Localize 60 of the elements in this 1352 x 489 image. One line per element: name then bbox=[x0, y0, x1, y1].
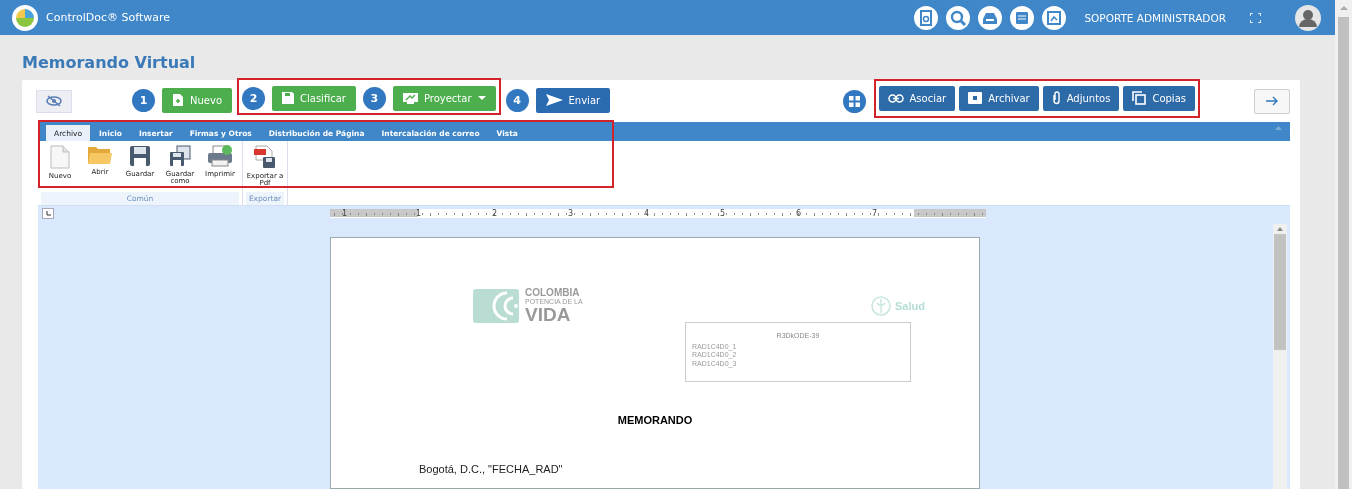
copy-icon bbox=[1132, 91, 1147, 105]
action-button[interactable]: Enviar bbox=[535, 87, 611, 113]
next-button[interactable] bbox=[1254, 88, 1290, 114]
logo-text: COLOMBIA bbox=[525, 288, 581, 298]
ruler-number: 5 bbox=[720, 209, 726, 218]
page-title: Memorando Virtual bbox=[22, 52, 197, 74]
step-number: 2 bbox=[242, 86, 265, 110]
tab-stop-icon[interactable] bbox=[42, 208, 54, 219]
action-button[interactable]: Adjuntos bbox=[1042, 85, 1120, 111]
archive-box-icon bbox=[968, 92, 983, 104]
screen-icon bbox=[402, 92, 418, 104]
step-number: 1 bbox=[132, 88, 155, 112]
step-number: 4 bbox=[505, 88, 529, 112]
search-icon[interactable] bbox=[946, 5, 971, 30]
action-button[interactable]: Asociar bbox=[878, 85, 956, 111]
scrollbar-thumb[interactable] bbox=[1274, 234, 1286, 350]
pdf-export-icon bbox=[253, 145, 277, 169]
eye-off-icon bbox=[46, 95, 62, 107]
app-logo-icon[interactable] bbox=[12, 4, 38, 31]
report-icon[interactable] bbox=[1042, 5, 1067, 30]
folder-icon bbox=[87, 145, 113, 165]
app-name: ControlDoc® Software bbox=[46, 11, 171, 24]
grid-icon[interactable] bbox=[842, 89, 866, 113]
ruler-number: 1 bbox=[342, 209, 348, 218]
action-button[interactable]: Copias bbox=[1123, 85, 1195, 111]
floppy-icon bbox=[282, 92, 294, 104]
two-floppies-icon bbox=[169, 145, 191, 167]
ruler[interactable]: 1 1 2 3 4 5 6 7 bbox=[330, 209, 986, 218]
inbox-icon[interactable] bbox=[978, 5, 1003, 30]
logo-text: VIDA bbox=[525, 305, 572, 324]
scroll-up-icon[interactable] bbox=[1277, 227, 1283, 231]
fullscreen-icon[interactable] bbox=[1250, 12, 1261, 23]
hide-toggle-button[interactable] bbox=[36, 89, 72, 113]
ruler-number: 1 bbox=[416, 209, 422, 218]
emblem-icon bbox=[871, 296, 891, 316]
wave-logo-icon bbox=[473, 289, 519, 323]
blank-page-icon bbox=[50, 145, 70, 169]
link-icon bbox=[887, 93, 904, 103]
arrow-right-icon bbox=[1265, 96, 1279, 106]
ruler-number: 3 bbox=[568, 209, 574, 218]
ruler-number: 4 bbox=[644, 209, 650, 218]
send-icon bbox=[545, 94, 563, 106]
user-name[interactable]: SOPORTE ADMINISTRADOR bbox=[1084, 11, 1226, 24]
user-avatar-icon[interactable] bbox=[1295, 4, 1321, 31]
ministry-label: Salud bbox=[895, 300, 925, 312]
scrollbar-thumb[interactable] bbox=[1338, 17, 1349, 489]
scroll-up-icon[interactable] bbox=[1339, 5, 1348, 11]
document-search-icon[interactable] bbox=[914, 5, 939, 30]
paperclip-icon bbox=[1051, 91, 1061, 105]
new-document-icon bbox=[172, 94, 184, 106]
document-heading: MEMORANDO bbox=[616, 414, 694, 426]
step-number: 3 bbox=[362, 86, 386, 110]
ruler-number: 6 bbox=[796, 209, 802, 218]
tray-icon[interactable] bbox=[1010, 5, 1035, 30]
ruler-number: 7 bbox=[872, 209, 878, 218]
action-button[interactable]: Archivar bbox=[959, 85, 1039, 111]
date-line: Bogotá, D.C., "FECHA_RAD" bbox=[419, 463, 563, 475]
printer-icon bbox=[207, 145, 233, 167]
caret-icon bbox=[477, 96, 486, 100]
ruler-number: 2 bbox=[492, 209, 498, 218]
